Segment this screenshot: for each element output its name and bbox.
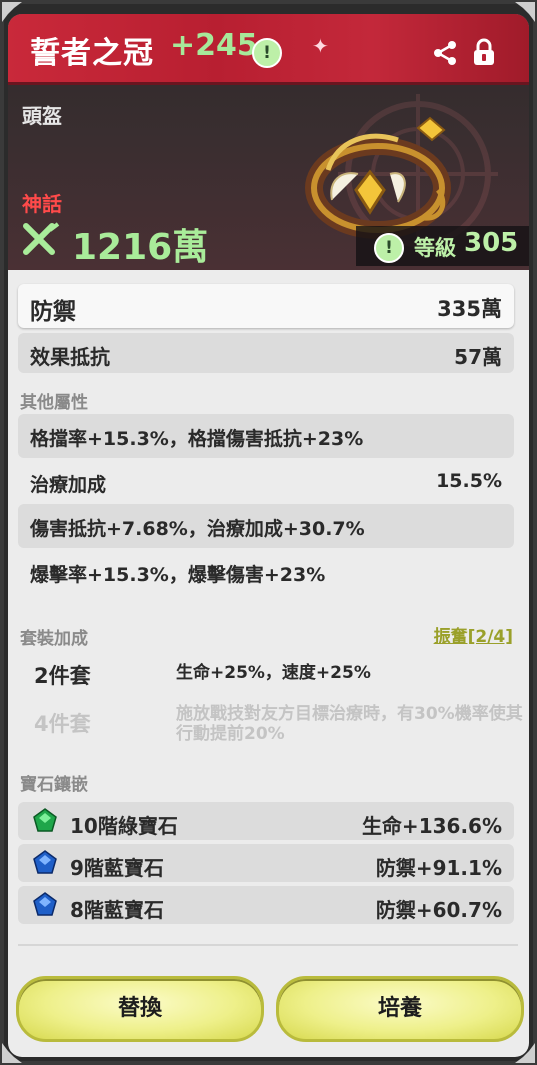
replace-button[interactable]: 替換 — [16, 976, 264, 1042]
main-stat-label: 防禦 — [30, 299, 76, 325]
gem-name: 9階藍寶石 — [70, 856, 164, 880]
gem-inlay-title: 寶石鑲嵌 — [20, 775, 88, 795]
equipment-detail-card: 誓者之冠 +245 ! ✦ 頭盔 神話 1216萬 ! 等級 305 防禦 33… — [8, 14, 529, 1057]
gem-name: 8階藍寶石 — [70, 898, 164, 922]
item-name: 誓者之冠 — [30, 36, 154, 71]
attribute-label: 治療加成 — [30, 474, 107, 496]
gem-bonus: 生命+136.6% — [361, 814, 502, 838]
rarity-label: 神話 — [22, 192, 62, 216]
gem-bonus: 防禦+60.7% — [375, 898, 502, 922]
gem-row: 8階藍寶石 防禦+60.7% — [18, 886, 514, 924]
set-name-link[interactable]: 振奮[2/4] — [434, 622, 513, 647]
divider — [18, 944, 518, 946]
equipment-slot-label: 頭盔 — [22, 104, 62, 128]
blue-gem-icon — [33, 892, 57, 916]
sub-stat-value: 57萬 — [454, 345, 502, 369]
set-bonus-title: 套裝加成 — [20, 629, 88, 649]
info-icon[interactable]: ! — [252, 38, 282, 68]
set-bonus-row: 2件套 生命+25%，速度+25% — [34, 660, 514, 690]
gem-row: 9階藍寶石 防禦+91.1% — [18, 844, 514, 882]
main-stat-row: 防禦 335萬 — [18, 284, 514, 328]
attribute-row: 爆擊率+15.3%，爆擊傷害+23% — [18, 550, 514, 594]
other-attributes-title: 其他屬性 — [20, 393, 88, 413]
attribute-value: 15.5% — [436, 470, 502, 492]
attribute-label: 傷害抵抗+7.68%，治療加成+30.7% — [30, 518, 365, 540]
blue-gem-icon — [33, 850, 57, 874]
share-icon[interactable] — [432, 40, 458, 66]
item-header: 誓者之冠 +245 ! ✦ 頭盔 神話 1216萬 ! 等級 305 — [8, 14, 529, 270]
attribute-label: 格擋率+15.3%，格擋傷害抵抗+23% — [30, 428, 364, 450]
sub-stat-label: 效果抵抗 — [30, 345, 110, 369]
sub-stat-row: 效果抵抗 57萬 — [18, 333, 514, 373]
combat-power-icon — [23, 222, 60, 255]
cultivate-button[interactable]: 培養 — [276, 976, 524, 1042]
level-info-icon[interactable]: ! — [374, 233, 404, 263]
set-bonus-desc: 施放戰技對友方目標治療時，有30%機率使其行動提前20% — [176, 704, 523, 744]
enhance-level: +245 — [170, 28, 258, 63]
green-gem-icon — [33, 808, 57, 832]
attribute-row: 治療加成 15.5% — [18, 460, 514, 504]
level-value: 305 — [464, 228, 519, 258]
gem-name: 10階綠寶石 — [70, 814, 178, 838]
attribute-row: 傷害抵抗+7.68%，治療加成+30.7% — [18, 504, 514, 548]
attribute-label: 爆擊率+15.3%，爆擊傷害+23% — [30, 564, 326, 586]
set-piece-count: 4件套 — [34, 712, 91, 736]
combat-power-value: 1216萬 — [72, 227, 209, 268]
set-bonus-row: 4件套 施放戰技對友方目標治療時，有30%機率使其行動提前20% — [34, 704, 523, 752]
set-bonus-desc: 生命+25%，速度+25% — [176, 663, 371, 683]
set-piece-count: 2件套 — [34, 664, 91, 688]
lock-icon[interactable] — [472, 38, 496, 66]
attribute-row: 格擋率+15.3%，格擋傷害抵抗+23% — [18, 414, 514, 458]
main-stat-value: 335萬 — [437, 297, 502, 321]
gem-row: 10階綠寶石 生命+136.6% — [18, 802, 514, 840]
sparkle-icon: ✦ — [312, 34, 329, 58]
level-label: 等級 — [414, 236, 456, 260]
gem-bonus: 防禦+91.1% — [375, 856, 502, 880]
